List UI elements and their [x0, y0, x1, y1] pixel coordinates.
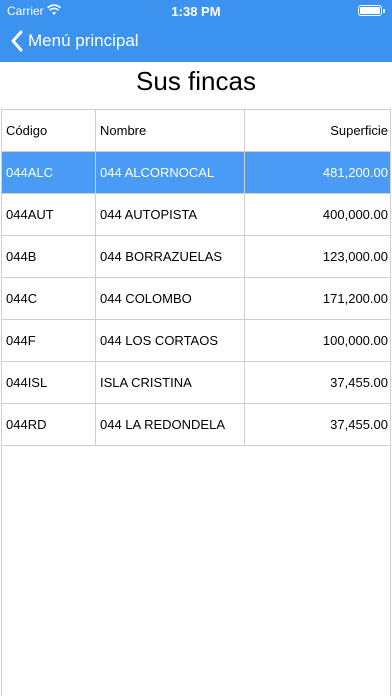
cell-superficie: 171,200.00: [322, 291, 388, 306]
header-superficie: Superficie: [330, 123, 388, 138]
fincas-table: Código Nombre Superficie 044ALC 044 ALCO…: [1, 109, 391, 696]
cell-codigo: 044RD: [2, 404, 96, 445]
cell-codigo: 044C: [2, 278, 96, 319]
cell-superficie: 123,000.00: [322, 249, 388, 264]
cell-superficie: 37,455.00: [330, 417, 388, 432]
back-button-label: Menú principal: [28, 31, 139, 50]
status-time: 1:38 PM: [171, 4, 221, 19]
page-title: Sus fincas: [136, 66, 256, 96]
table-row[interactable]: 044C 044 COLOMBO 171,200.00: [2, 278, 390, 320]
header-codigo: Código: [2, 110, 96, 151]
table-header-row: Código Nombre Superficie: [2, 110, 390, 152]
cell-nombre: 044 ALCORNOCAL: [96, 152, 245, 193]
cell-codigo: 044F: [2, 320, 96, 361]
cell-codigo: 044ISL: [2, 362, 96, 403]
chevron-left-icon: [11, 30, 23, 52]
cell-nombre: 044 LOS CORTAOS: [96, 320, 245, 361]
cell-superficie: 37,455.00: [330, 375, 388, 390]
back-button[interactable]: Menú principal: [10, 28, 139, 54]
table-row[interactable]: 044AUT 044 AUTOPISTA 400,000.00: [2, 194, 390, 236]
navigation-bar: Carrier 1:38 PM Menú principal: [0, 0, 392, 62]
cell-superficie: 100,000.00: [322, 333, 388, 348]
cell-nombre: 044 BORRAZUELAS: [96, 236, 245, 277]
table-row[interactable]: 044ISL ISLA CRISTINA 37,455.00: [2, 362, 390, 404]
header-nombre: Nombre: [96, 110, 245, 151]
table-row[interactable]: 044F 044 LOS CORTAOS 100,000.00: [2, 320, 390, 362]
cell-codigo: 044ALC: [2, 152, 96, 193]
table-row[interactable]: 044ALC 044 ALCORNOCAL 481,200.00: [2, 152, 390, 194]
table-row[interactable]: 044B 044 BORRAZUELAS 123,000.00: [2, 236, 390, 278]
cell-superficie: 400,000.00: [322, 207, 388, 222]
cell-nombre: ISLA CRISTINA: [96, 362, 245, 403]
status-bar: Carrier 1:38 PM: [0, 0, 392, 22]
cell-codigo: 044AUT: [2, 194, 96, 235]
cell-nombre: 044 AUTOPISTA: [96, 194, 245, 235]
cell-nombre: 044 COLOMBO: [96, 278, 245, 319]
battery-icon: [358, 5, 385, 16]
cell-superficie: 481,200.00: [322, 165, 388, 180]
table-row[interactable]: 044RD 044 LA REDONDELA 37,455.00: [2, 404, 390, 446]
cell-nombre: 044 LA REDONDELA: [96, 404, 245, 445]
cell-codigo: 044B: [2, 236, 96, 277]
